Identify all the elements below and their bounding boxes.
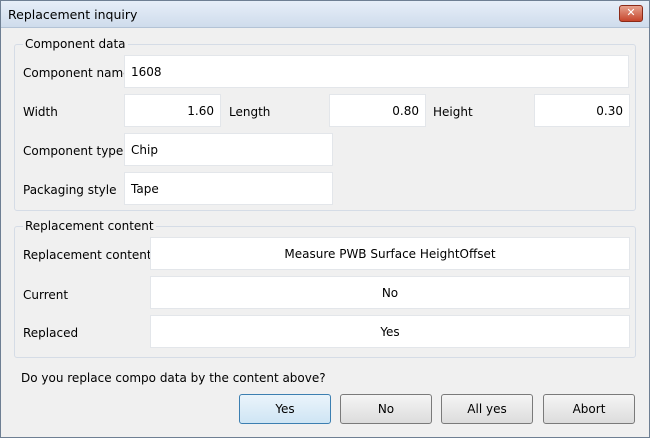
close-button[interactable]: ✕ [619,5,643,22]
length-label: Length [229,105,271,119]
component-data-group-title: Component data [23,37,128,51]
width-field[interactable]: 1.60 [124,94,221,127]
replaced-label: Replaced [23,326,79,340]
component-type-field[interactable]: Chip [124,133,333,166]
height-field[interactable]: 0.30 [534,94,630,127]
component-name-label: Component name [23,66,131,80]
replaced-value-field: Yes [150,315,630,348]
packaging-style-field[interactable]: Tape [124,172,333,205]
packaging-style-label: Packaging style [23,183,117,197]
confirm-prompt: Do you replace compo data by the content… [21,371,326,385]
length-field[interactable]: 0.80 [329,94,426,127]
current-value-field: No [150,276,630,309]
abort-button[interactable]: Abort [543,394,635,424]
width-label: Width [23,105,58,119]
replacement-content-label: Replacement content [23,248,152,262]
replacement-inquiry-dialog: Replacement inquiry ✕ Component data Com… [0,0,650,438]
component-type-label: Component type [23,144,124,158]
no-button[interactable]: No [340,394,432,424]
current-label: Current [23,288,69,302]
component-name-field[interactable]: 1608 [124,55,629,88]
yes-button[interactable]: Yes [239,394,331,424]
title-bar: Replacement inquiry ✕ [1,1,649,28]
height-label: Height [433,105,473,119]
replacement-content-group-title: Replacement content [23,219,156,233]
window-title: Replacement inquiry [8,7,138,22]
replacement-content-field: Measure PWB Surface HeightOffset [150,237,630,270]
all-yes-button[interactable]: All yes [441,394,533,424]
